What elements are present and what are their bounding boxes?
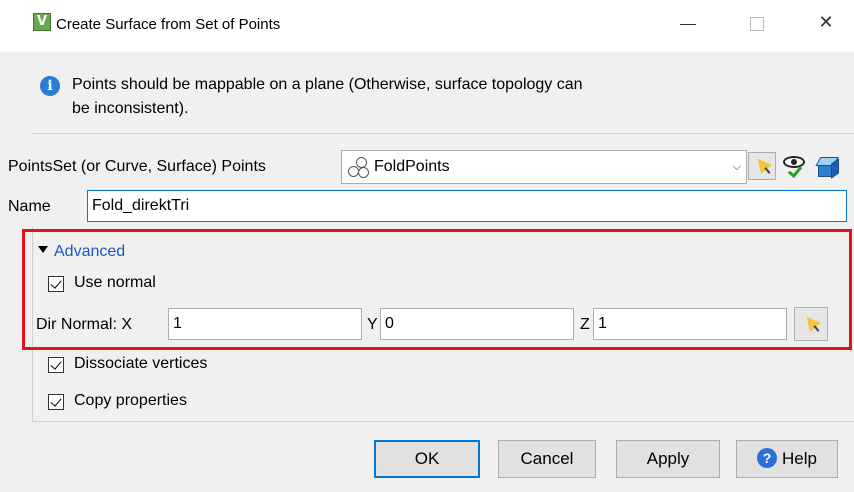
dissociate-vertices-checkbox[interactable]	[48, 357, 64, 373]
title-bar: Create Surface from Set of Points ✕	[0, 0, 854, 52]
eye-check-icon[interactable]	[781, 152, 809, 180]
use-normal-checkbox[interactable]	[48, 276, 64, 292]
window-title: Create Surface from Set of Points	[56, 16, 281, 33]
app-icon	[33, 13, 51, 31]
points-combo[interactable]: FoldPoints ⌵	[341, 150, 747, 184]
dir-normal-x-input[interactable]: 1	[168, 308, 362, 340]
dir-normal-y-label: Y	[367, 316, 378, 333]
name-label: Name	[8, 198, 51, 215]
chevron-down-icon: ⌵	[732, 160, 741, 173]
dir-normal-y-input[interactable]: 0	[380, 308, 574, 340]
dir-normal-x-label: Dir Normal: X	[36, 316, 133, 333]
use-normal-label: Use normal	[74, 274, 156, 291]
dir-normal-z-input[interactable]: 1	[593, 308, 787, 340]
cancel-button[interactable]: Cancel	[498, 440, 596, 478]
ok-button[interactable]: OK	[374, 440, 480, 478]
cube-icon[interactable]	[814, 153, 842, 181]
apply-button[interactable]: Apply	[616, 440, 720, 478]
separator	[32, 133, 854, 134]
cursor-arrow-icon	[801, 312, 821, 332]
group-border-bottom	[32, 421, 854, 422]
copy-properties-label: Copy properties	[74, 392, 187, 409]
help-icon: ?	[757, 447, 778, 468]
pick-points-button[interactable]	[748, 152, 776, 180]
copy-properties-checkbox[interactable]	[48, 394, 64, 410]
maximize-button[interactable]	[737, 8, 777, 38]
minimize-button[interactable]	[668, 8, 708, 38]
pick-normal-button[interactable]	[794, 307, 828, 341]
points-combo-value: FoldPoints	[374, 158, 450, 175]
triangle-down-icon	[38, 246, 48, 254]
points-label: PointsSet (or Curve, Surface) Points	[8, 158, 266, 175]
help-button[interactable]: ? Help	[736, 440, 838, 478]
info-message: Points should be mappable on a plane (Ot…	[72, 76, 583, 117]
help-label: Help	[782, 449, 817, 468]
points-set-icon	[348, 157, 369, 178]
advanced-label: Advanced	[54, 243, 126, 260]
dissociate-vertices-label: Dissociate vertices	[74, 355, 208, 372]
cursor-arrow-icon	[752, 154, 772, 174]
close-button[interactable]: ✕	[806, 8, 846, 38]
name-input[interactable]: Fold_direktTri	[87, 190, 847, 222]
dir-normal-z-label: Z	[580, 316, 590, 333]
advanced-toggle[interactable]: Advanced	[38, 243, 125, 261]
info-icon: i	[40, 76, 60, 96]
